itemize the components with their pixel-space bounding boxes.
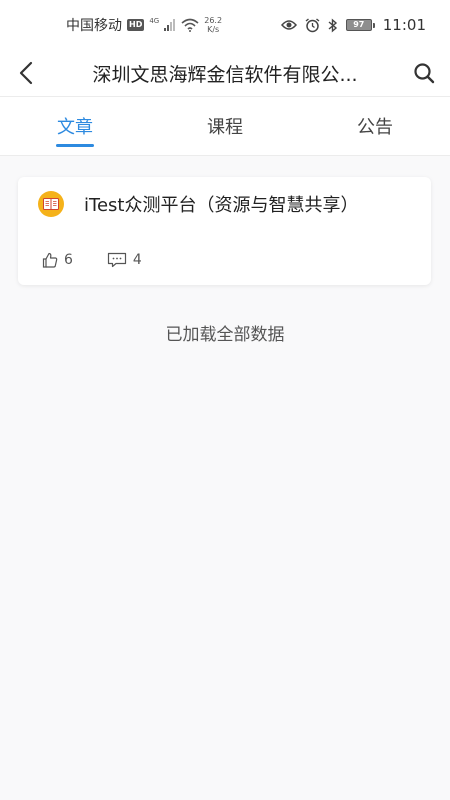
all-loaded-message: 已加载全部数据: [165, 325, 285, 345]
signal-icon: [164, 19, 176, 31]
page-title: 深圳文思海辉金信软件有限公...: [92, 63, 358, 86]
network-type: 4G: [149, 17, 160, 25]
bluetooth-icon: [328, 17, 337, 33]
article-title: iTest众测平台（资源与智慧共享）: [84, 195, 359, 216]
status-left: 中国移动 HD 4G 26.2 K/s: [66, 15, 222, 35]
search-button[interactable]: [398, 50, 450, 96]
like-button[interactable]: 6: [42, 252, 73, 268]
tab-articles[interactable]: 文章: [0, 97, 150, 155]
clock: 11:01: [382, 16, 426, 34]
tab-courses[interactable]: 课程: [150, 97, 300, 155]
status-bar: 中国移动 HD 4G 26.2 K/s 97 11:01: [0, 0, 450, 50]
comment-icon: [107, 252, 127, 268]
tab-bar: 文章 课程 公告: [0, 96, 450, 156]
status-right: 97 11:01: [280, 16, 426, 34]
back-button[interactable]: [0, 50, 52, 96]
like-count: 6: [64, 252, 73, 268]
network-speed-unit: K/s: [207, 25, 220, 34]
eye-icon: [280, 20, 297, 30]
alarm-icon: [305, 17, 320, 32]
network-speed: 26.2 K/s: [204, 16, 222, 34]
article-card[interactable]: iTest众测平台（资源与智慧共享） 6 4: [18, 177, 431, 285]
battery-level: 97: [345, 19, 372, 31]
comment-button[interactable]: 4: [107, 252, 142, 268]
carrier-label: 中国移动: [66, 18, 122, 34]
article-stats: 6 4: [42, 252, 142, 268]
tab-announcements[interactable]: 公告: [300, 97, 450, 155]
nav-bar: 深圳文思海辉金信软件有限公...: [0, 50, 450, 96]
avatar: [38, 191, 64, 217]
comment-count: 4: [132, 252, 142, 268]
search-icon: [414, 63, 435, 84]
article-header: iTest众测平台（资源与智慧共享）: [38, 191, 358, 217]
wifi-icon: [181, 18, 199, 32]
hd-badge: HD: [127, 19, 145, 31]
battery-tip: [372, 22, 375, 28]
book-icon: [43, 198, 59, 210]
thumbs-up-icon: [42, 252, 58, 268]
chevron-left-icon: [19, 61, 33, 85]
battery-indicator: 97: [345, 19, 375, 31]
network-speed-value: 26.2: [204, 16, 223, 25]
